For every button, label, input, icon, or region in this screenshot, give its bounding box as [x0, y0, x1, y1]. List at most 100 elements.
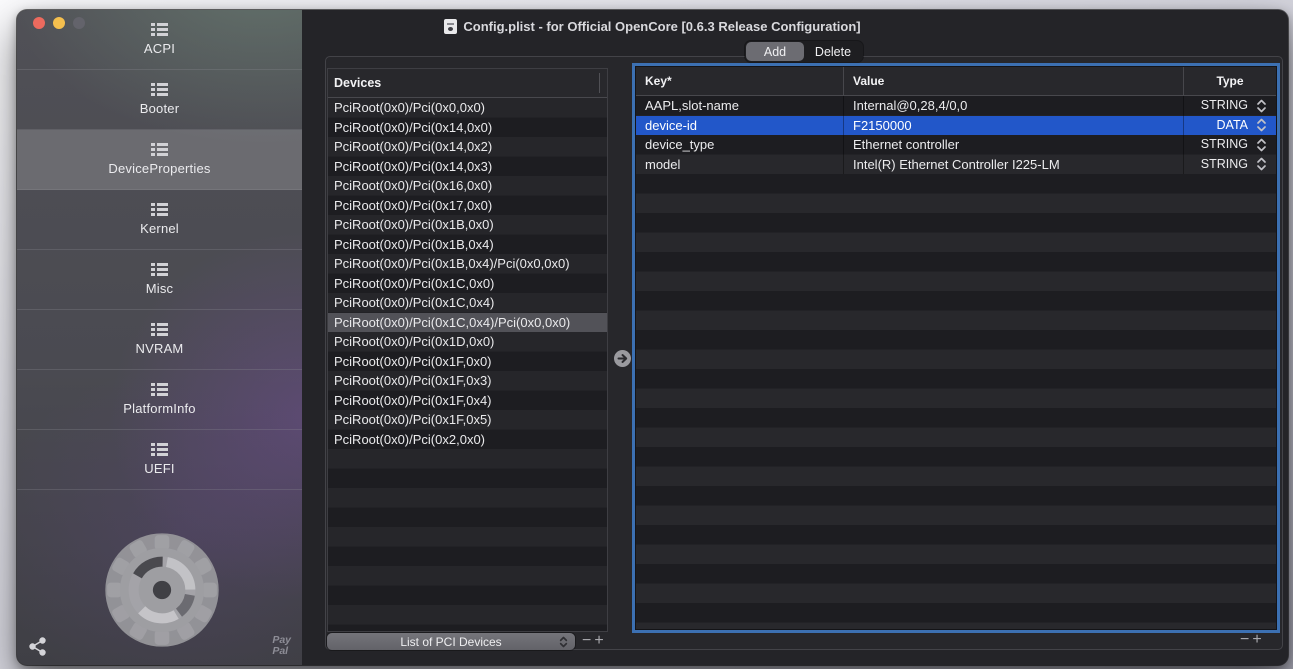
sidebar-item-label: DeviceProperties [108, 161, 210, 176]
opencore-gear-logo [98, 526, 226, 654]
column-header-value[interactable]: Value [844, 67, 1184, 95]
list-icon [151, 143, 168, 156]
sidebar-items: ACPI Booter DeviceProperties [17, 10, 302, 490]
properties-add-remove-controls: − + [1240, 631, 1262, 649]
transfer-arrow-button[interactable] [614, 350, 631, 367]
device-row[interactable]: PciRoot(0x0)/Pci(0x17,0x0) [328, 196, 607, 216]
device-row[interactable]: PciRoot(0x0)/Pci(0x1F,0x4) [328, 391, 607, 411]
property-row[interactable]: model Intel(R) Ethernet Controller I225-… [636, 155, 1276, 175]
column-header-key[interactable]: Key* [636, 67, 844, 95]
add-device-button[interactable]: + [594, 632, 603, 650]
device-row[interactable]: PciRoot(0x0)/Pci(0x14,0x0) [328, 118, 607, 138]
sidebar-item-misc[interactable]: Misc [17, 250, 302, 310]
property-type-label: STRING [1201, 96, 1248, 116]
app-window: Add Delete Devices PciRoot(0x0)/Pci(0x0,… [17, 10, 1288, 665]
property-key-cell[interactable]: AAPL,slot-name [636, 96, 844, 116]
device-row[interactable]: PciRoot(0x0)/Pci(0x1C,0x0) [328, 274, 607, 294]
list-icon [151, 23, 168, 36]
sidebar-item-uefi[interactable]: UEFI [17, 430, 302, 490]
sidebar-item-label: Misc [146, 281, 174, 296]
remove-device-button[interactable]: − [582, 632, 591, 650]
list-icon [151, 203, 168, 216]
type-updown-stepper-icon[interactable] [1256, 138, 1267, 152]
sidebar-item-deviceproperties[interactable]: DeviceProperties [17, 130, 302, 190]
device-row[interactable]: PciRoot(0x0)/Pci(0x2,0x0) [328, 430, 607, 450]
property-type-label: DATA [1217, 116, 1248, 136]
device-row[interactable]: PciRoot(0x0)/Pci(0x1C,0x4)/Pci(0x0,0x0) [328, 313, 607, 333]
property-row[interactable]: device_type Ethernet controller STRING [636, 135, 1276, 155]
sidebar-item-label: NVRAM [136, 341, 184, 356]
sidebar-item-platforminfo[interactable]: PlatformInfo [17, 370, 302, 430]
close-button[interactable] [33, 17, 45, 29]
device-row[interactable]: PciRoot(0x0)/Pci(0x1B,0x0) [328, 215, 607, 235]
remove-property-button[interactable]: − [1240, 631, 1249, 649]
sidebar-item-label: PlatformInfo [123, 401, 196, 416]
device-row[interactable]: PciRoot(0x0)/Pci(0x0,0x0) [328, 98, 607, 118]
minimize-button[interactable] [53, 17, 65, 29]
sidebar-item-booter[interactable]: Booter [17, 70, 302, 130]
delete-button[interactable]: Delete [804, 42, 862, 61]
device-row[interactable]: PciRoot(0x0)/Pci(0x14,0x3) [328, 157, 607, 177]
paypal-link[interactable]: Pay Pal [272, 635, 291, 657]
property-type-cell[interactable]: STRING [1184, 96, 1276, 116]
list-icon [151, 383, 168, 396]
device-row[interactable]: PciRoot(0x0)/Pci(0x1D,0x0) [328, 332, 607, 352]
list-icon [151, 323, 168, 336]
device-row[interactable]: PciRoot(0x0)/Pci(0x1F,0x5) [328, 410, 607, 430]
dropdown-updown-icon [559, 635, 568, 653]
sidebar-item-nvram[interactable]: NVRAM [17, 310, 302, 370]
device-row[interactable]: PciRoot(0x0)/Pci(0x16,0x0) [328, 176, 607, 196]
sidebar-item-kernel[interactable]: Kernel [17, 190, 302, 250]
add-button[interactable]: Add [746, 42, 804, 61]
property-value-cell[interactable]: Intel(R) Ethernet Controller I225-LM [844, 155, 1184, 175]
device-row[interactable]: PciRoot(0x0)/Pci(0x14,0x2) [328, 137, 607, 157]
devices-column-header[interactable]: Devices [328, 69, 607, 98]
sidebar-item-label: ACPI [144, 41, 175, 56]
property-key-cell[interactable]: device-id [636, 116, 844, 136]
properties-panel: Key* Value Type AAPL,slot-name Internal@… [635, 66, 1277, 630]
device-row[interactable]: PciRoot(0x0)/Pci(0x1B,0x4)/Pci(0x0,0x0) [328, 254, 607, 274]
main-content-area: Add Delete Devices PciRoot(0x0)/Pci(0x0,… [302, 10, 1288, 665]
list-icon [151, 263, 168, 276]
type-updown-stepper-icon[interactable] [1256, 157, 1267, 171]
list-icon [151, 443, 168, 456]
devices-panel: Devices PciRoot(0x0)/Pci(0x0,0x0) PciRoo… [327, 68, 608, 632]
property-key-cell[interactable]: device_type [636, 135, 844, 155]
devices-list: PciRoot(0x0)/Pci(0x0,0x0) PciRoot(0x0)/P… [328, 98, 607, 631]
sidebar: ACPI Booter DeviceProperties [17, 10, 302, 665]
sidebar-item-label: Kernel [140, 221, 179, 236]
type-updown-stepper-icon[interactable] [1256, 118, 1267, 132]
property-value-cell[interactable]: Ethernet controller [844, 135, 1184, 155]
paypal-line2: Pal [272, 646, 291, 657]
device-row[interactable]: PciRoot(0x0)/Pci(0x1F,0x3) [328, 371, 607, 391]
list-icon [151, 83, 168, 96]
device-row[interactable]: PciRoot(0x0)/Pci(0x1F,0x0) [328, 352, 607, 372]
type-updown-stepper-icon[interactable] [1256, 99, 1267, 113]
sidebar-item-label: Booter [140, 101, 180, 116]
arrow-right-icon [617, 353, 628, 364]
property-row[interactable]: AAPL,slot-name Internal@0,28,4/0,0 STRIN… [636, 96, 1276, 116]
properties-header-row: Key* Value Type [636, 67, 1276, 96]
pci-devices-dropdown[interactable]: List of PCI Devices [327, 633, 575, 650]
share-icon[interactable] [28, 637, 48, 656]
property-type-label: STRING [1201, 155, 1248, 175]
property-row[interactable]: device-id F2150000 DATA [636, 116, 1276, 136]
device-row[interactable]: PciRoot(0x0)/Pci(0x1C,0x4) [328, 293, 607, 313]
properties-table-body: AAPL,slot-name Internal@0,28,4/0,0 STRIN… [636, 96, 1276, 629]
property-type-cell[interactable]: STRING [1184, 155, 1276, 175]
device-row[interactable]: PciRoot(0x0)/Pci(0x1B,0x4) [328, 235, 607, 255]
property-type-cell[interactable]: DATA [1184, 116, 1276, 136]
property-type-label: STRING [1201, 135, 1248, 155]
dropdown-selected-label: List of PCI Devices [327, 635, 575, 649]
add-delete-segmented-control: Add Delete [745, 41, 863, 62]
add-property-button[interactable]: + [1252, 631, 1261, 649]
property-value-cell[interactable]: Internal@0,28,4/0,0 [844, 96, 1184, 116]
desktop-background: { "window": { "title": "Config.plist - f… [0, 0, 1293, 669]
sidebar-item-label: UEFI [144, 461, 174, 476]
property-type-cell[interactable]: STRING [1184, 135, 1276, 155]
devices-add-remove-controls: − + [582, 632, 604, 650]
property-value-cell[interactable]: F2150000 [844, 116, 1184, 136]
column-header-type[interactable]: Type [1184, 67, 1276, 95]
property-key-cell[interactable]: model [636, 155, 844, 175]
zoom-button[interactable] [73, 17, 85, 29]
